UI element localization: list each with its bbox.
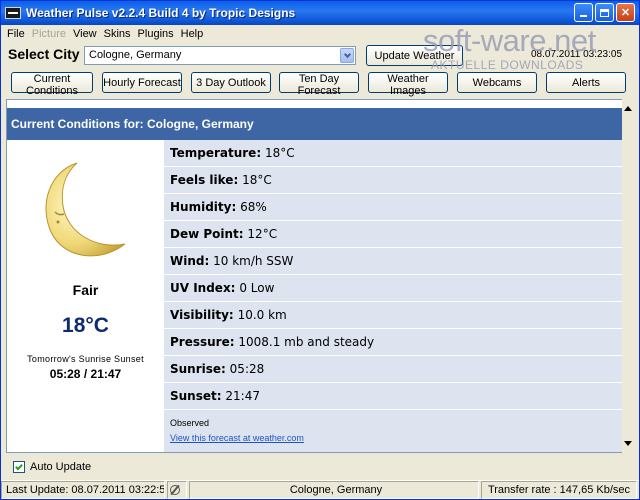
minimize-button[interactable] <box>574 3 593 22</box>
maximize-icon <box>600 8 609 17</box>
sunrise-sunset-label: Tomorrow's Sunrise Sunset <box>27 354 144 364</box>
status-transfer-rate: Transfer rate : 147,65 Kb/sec <box>481 481 637 499</box>
app-window: Weather Pulse v2.2.4 Build 4 by Tropic D… <box>0 0 640 500</box>
detail-label: Humidity: <box>170 200 237 214</box>
conditions-header: Current Conditions for: Cologne, Germany <box>7 108 625 140</box>
menu-view[interactable]: View <box>73 28 97 40</box>
app-icon <box>5 7 21 19</box>
detail-label: Sunset: <box>170 389 222 403</box>
current-datetime: 08.07.2011 03:23:05 <box>531 49 623 60</box>
update-weather-button[interactable]: Update Weather <box>366 45 463 66</box>
status-bar: Last Update: 08.07.2011 03:22:58 Cologne… <box>1 480 639 500</box>
city-dropdown-value: Cologne, Germany <box>89 49 182 61</box>
tab-alerts[interactable]: Alerts <box>546 72 626 93</box>
menu-help[interactable]: Help <box>181 28 204 40</box>
menu-bar: File Picture View Skins Plugins Help <box>1 25 639 43</box>
network-icon <box>170 485 180 495</box>
detail-label: Temperature: <box>170 146 262 160</box>
detail-value: 05:28 <box>229 362 265 376</box>
detail-row: Pressure: 1008.1 mb and steady <box>164 329 625 356</box>
city-row: Select City Cologne, Germany Update Weat… <box>1 23 639 72</box>
minimize-icon <box>580 14 587 17</box>
tomorrow-sunrise: 05:28 <box>49 367 81 381</box>
tab-weather-images[interactable]: Weather Images <box>368 72 448 97</box>
vertical-scrollbar[interactable] <box>622 99 634 453</box>
observed-label: Observed <box>170 418 210 428</box>
sunrise-sunset-times: 05:28 / 21:47 <box>7 367 164 381</box>
tab-current-conditions[interactable]: Current Conditions <box>11 72 93 97</box>
detail-label: Dew Point: <box>170 227 244 241</box>
conditions-panel: Current Conditions for: Cologne, Germany… <box>6 99 626 453</box>
select-city-label: Select City <box>8 46 80 62</box>
crescent-moon-icon <box>45 162 126 257</box>
detail-label: Wind: <box>170 254 210 268</box>
auto-update-row: Auto Update <box>13 460 91 474</box>
detail-value: 1008.1 mb and steady <box>238 335 375 349</box>
chevron-down-icon <box>343 50 351 58</box>
auto-update-checkbox[interactable] <box>13 461 25 473</box>
detail-value: 21:47 <box>225 389 260 403</box>
condition-text: Fair <box>72 282 99 298</box>
maximize-button[interactable] <box>595 3 614 22</box>
city-dropdown[interactable]: Cologne, Germany <box>84 46 356 65</box>
detail-row: Dew Point: 12°C <box>164 221 625 248</box>
detail-label: UV Index: <box>170 281 236 295</box>
close-button[interactable]: ✕ <box>616 3 635 22</box>
tomorrow-sunset: 21:47 <box>90 367 122 381</box>
current-temperature: 18°C <box>62 314 109 337</box>
dropdown-button[interactable] <box>340 48 354 63</box>
detail-row: Sunset: 21:47 <box>164 383 625 410</box>
detail-label: Feels like: <box>170 173 239 187</box>
detail-value: 68% <box>240 200 267 214</box>
menu-skins[interactable]: Skins <box>104 28 131 40</box>
menu-plugins[interactable]: Plugins <box>138 28 174 40</box>
detail-row: Sunrise: 05:28 <box>164 356 625 383</box>
scroll-down-icon[interactable] <box>624 441 632 446</box>
auto-update-label: Auto Update <box>30 461 92 473</box>
detail-row: Temperature: 18°C <box>164 140 625 167</box>
scroll-up-icon[interactable] <box>624 106 632 111</box>
summary-panel: Fair 18°C Tomorrow's Sunrise Sunset 05:2… <box>7 140 164 452</box>
status-network <box>167 481 187 499</box>
detail-value: 18°C <box>264 146 295 160</box>
status-city: Cologne, Germany <box>189 481 479 499</box>
detail-label: Sunrise: <box>170 362 226 376</box>
details-panel: Temperature: 18°C Feels like: 18°C Humid… <box>164 140 625 452</box>
detail-label: Visibility: <box>170 308 234 322</box>
detail-row: Humidity: 68% <box>164 194 625 221</box>
tab-ten-day-forecast[interactable]: Ten Day Forecast <box>279 72 359 97</box>
close-icon: ✕ <box>620 7 631 19</box>
detail-row: Visibility: 10.0 km <box>164 302 625 329</box>
detail-row: Feels like: 18°C <box>164 167 625 194</box>
detail-row: UV Index: 0 Low <box>164 275 625 302</box>
tab-3-day-outlook[interactable]: 3 Day Outlook <box>191 72 271 93</box>
tab-hourly-forecast[interactable]: Hourly Forecast <box>102 72 182 93</box>
detail-value: 0 Low <box>239 281 275 295</box>
weather-com-link[interactable]: View this forecast at weather.com <box>170 433 304 443</box>
checkmark-icon <box>15 462 23 470</box>
detail-value: 18°C <box>242 173 272 187</box>
window-title: Weather Pulse v2.2.4 Build 4 by Tropic D… <box>26 6 296 20</box>
detail-label: Pressure: <box>170 335 235 349</box>
tab-webcams[interactable]: Webcams <box>457 72 537 93</box>
detail-row: Wind: 10 km/h SSW <box>164 248 625 275</box>
detail-value: 10.0 km <box>237 308 287 322</box>
detail-value: 10 km/h SSW <box>213 254 294 268</box>
window-controls: ✕ <box>574 3 635 22</box>
menu-file[interactable]: File <box>7 28 25 40</box>
tab-bar: Current Conditions Hourly Forecast 3 Day… <box>11 72 631 97</box>
title-bar[interactable]: Weather Pulse v2.2.4 Build 4 by Tropic D… <box>1 1 639 25</box>
detail-value: 12°C <box>247 227 278 241</box>
menu-picture[interactable]: Picture <box>32 28 66 40</box>
status-last-update: Last Update: 08.07.2011 03:22:58 <box>1 481 165 499</box>
time-separator: / <box>83 367 88 381</box>
